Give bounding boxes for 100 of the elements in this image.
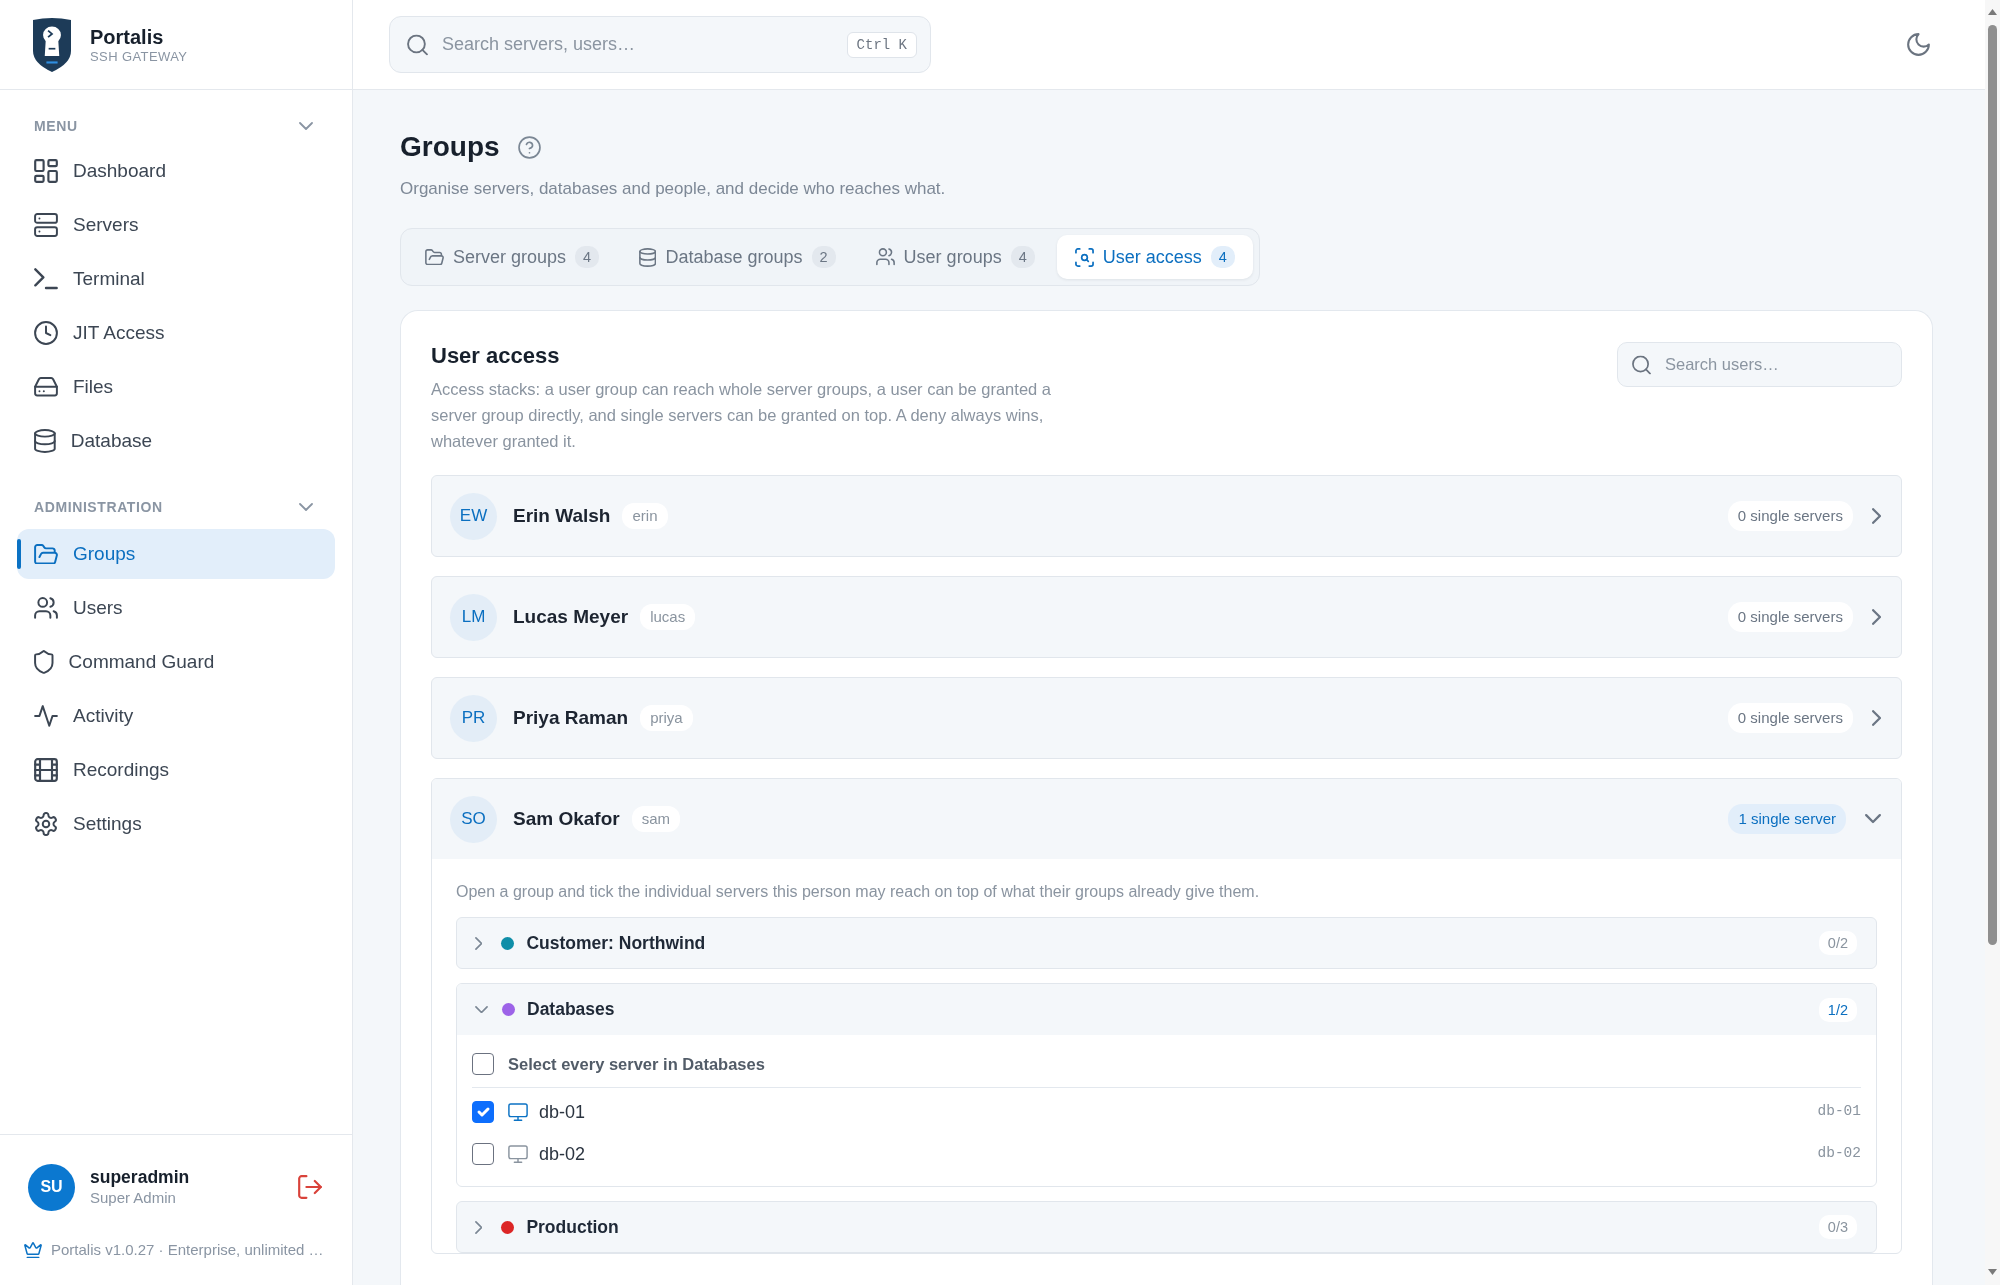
nav-item[interactable]: Files: [17, 362, 335, 412]
group-row[interactable]: Production 0/3: [456, 1201, 1877, 1253]
app-name: Portalis: [90, 24, 165, 49]
tab[interactable]: Database groups 2: [621, 235, 854, 279]
search-field[interactable]: Search users…: [1617, 342, 1902, 387]
chevron-right-icon[interactable]: [475, 936, 483, 950]
clock-icon: [34, 321, 58, 345]
nav-item[interactable]: Settings: [17, 799, 335, 849]
nav-item[interactable]: Activity: [17, 691, 335, 741]
nav-item[interactable]: Servers: [17, 200, 335, 250]
user-avatar: SO: [450, 795, 497, 843]
nav-item[interactable]: Dashboard: [17, 146, 335, 196]
username-tag: lucas: [640, 603, 696, 631]
user-row[interactable]: LM Lucas Meyer lucas 0 single servers: [431, 576, 1902, 658]
user-name: Priya Raman: [513, 705, 629, 730]
folder-icon: [34, 543, 58, 565]
chevron-right-icon[interactable]: [1871, 710, 1881, 726]
server-count-tag: 0 single servers: [1727, 702, 1853, 734]
nav-item[interactable]: Users: [17, 583, 335, 633]
group-name: Production: [526, 1215, 619, 1239]
shield-icon: [34, 650, 54, 674]
user-name: Erin Walsh: [513, 503, 611, 528]
moon-icon[interactable]: [1907, 33, 1930, 56]
nav-item[interactable]: Groups: [17, 529, 335, 579]
username-tag: sam: [631, 805, 680, 833]
scrollbar-thumb[interactable]: [1988, 25, 1997, 945]
search-icon: [1632, 355, 1651, 374]
tab[interactable]: User groups 4: [857, 235, 1053, 279]
folder-icon: [425, 248, 444, 266]
monitor-icon: [508, 1102, 528, 1122]
grid-icon: [34, 159, 58, 183]
help-icon[interactable]: [517, 135, 541, 159]
user-row[interactable]: SO Sam Okafor sam 1 single server: [432, 779, 1901, 859]
database-icon: [34, 429, 56, 453]
chevron-right-icon[interactable]: [1871, 609, 1881, 625]
user-name: Lucas Meyer: [513, 604, 629, 629]
logout-icon[interactable]: [298, 1175, 322, 1199]
nav-item[interactable]: Command Guard: [17, 637, 335, 687]
server-count-tag: 0 single servers: [1727, 601, 1853, 633]
server-name: db-02: [539, 1142, 586, 1166]
chevron-down-icon[interactable]: [475, 1005, 488, 1014]
count-badge: 2: [811, 246, 836, 268]
server-name: db-01: [539, 1100, 586, 1124]
crown-icon: [24, 1241, 42, 1258]
nav-item[interactable]: Database: [17, 416, 335, 466]
tab[interactable]: Server groups 4: [407, 235, 618, 279]
checkbox[interactable]: [472, 1053, 494, 1075]
group-row[interactable]: Databases 1/2: [457, 984, 1876, 1035]
section-description: Access stacks: a user group can reach whole server groups, a user can be granted a server group directly, and single servers can be granted on top. A deny always wins, whatever granted it.: [431, 379, 1052, 452]
scroll-up-icon[interactable]: [1988, 9, 1997, 15]
version-text: Portalis v1.0.27 · Enterprise, unlimited …: [51, 1239, 324, 1260]
nav-item[interactable]: JIT Access: [17, 308, 335, 358]
username-tag: erin: [622, 502, 668, 530]
count-badge: 1/2: [1818, 997, 1857, 1022]
server-host: db-02: [1817, 1144, 1861, 1164]
count-badge: 0/2: [1818, 931, 1857, 955]
settings-icon: [34, 812, 58, 836]
page-subtitle: Organise servers, databases and people, and decide who reaches what.: [400, 178, 947, 200]
tab[interactable]: User access 4: [1056, 235, 1253, 279]
section-label: ADMINISTRATION: [34, 497, 163, 517]
count-badge: 4: [575, 246, 600, 268]
chevron-down-icon[interactable]: [299, 122, 313, 130]
username-tag: priya: [640, 704, 693, 732]
chevron-down-icon[interactable]: [299, 503, 313, 511]
user-avatar: LM: [450, 593, 497, 641]
count-badge: 0/3: [1818, 1215, 1857, 1239]
chevron-right-icon[interactable]: [475, 1220, 483, 1234]
user-name: Sam Okafor: [513, 806, 620, 831]
section-title: User access: [431, 342, 561, 370]
server-count-tag: 0 single servers: [1727, 500, 1853, 532]
checkbox[interactable]: [472, 1101, 494, 1123]
page-title: Groups: [400, 130, 500, 164]
scan-icon: [1074, 247, 1094, 267]
server-count-tag: 1 single server: [1728, 803, 1846, 835]
nav-item[interactable]: Recordings: [17, 745, 335, 795]
chevron-down-icon[interactable]: [1865, 814, 1881, 824]
drive-icon: [34, 377, 58, 397]
chevron-right-icon[interactable]: [1871, 508, 1881, 524]
database-icon: [639, 247, 657, 267]
user-name: superadmin: [90, 1166, 190, 1188]
user-avatar: PR: [450, 694, 497, 742]
search-icon: [407, 34, 428, 55]
scroll-down-icon[interactable]: [1988, 1269, 1997, 1275]
server-host: db-01: [1817, 1102, 1861, 1122]
app-tagline: SSH GATEWAY: [90, 48, 188, 65]
users-icon: [34, 597, 58, 619]
nav-item[interactable]: Terminal: [17, 254, 335, 304]
section-label: MENU: [34, 116, 78, 136]
count-badge: 4: [1010, 246, 1035, 268]
pulse-icon: [34, 705, 58, 727]
user-row[interactable]: EW Erin Walsh erin 0 single servers: [431, 475, 1902, 557]
checkbox[interactable]: [472, 1143, 494, 1165]
group-row[interactable]: Customer: Northwind 0/2: [456, 917, 1877, 969]
film-icon: [34, 758, 58, 782]
shield-logo-icon: [33, 17, 71, 72]
checkbox-label: Select every server in Databases: [508, 1053, 765, 1075]
user-row[interactable]: PR Priya Raman priya 0 single servers: [431, 677, 1902, 759]
terminal-icon: [34, 268, 58, 290]
server-icon: [34, 213, 58, 237]
users-icon: [875, 248, 895, 266]
